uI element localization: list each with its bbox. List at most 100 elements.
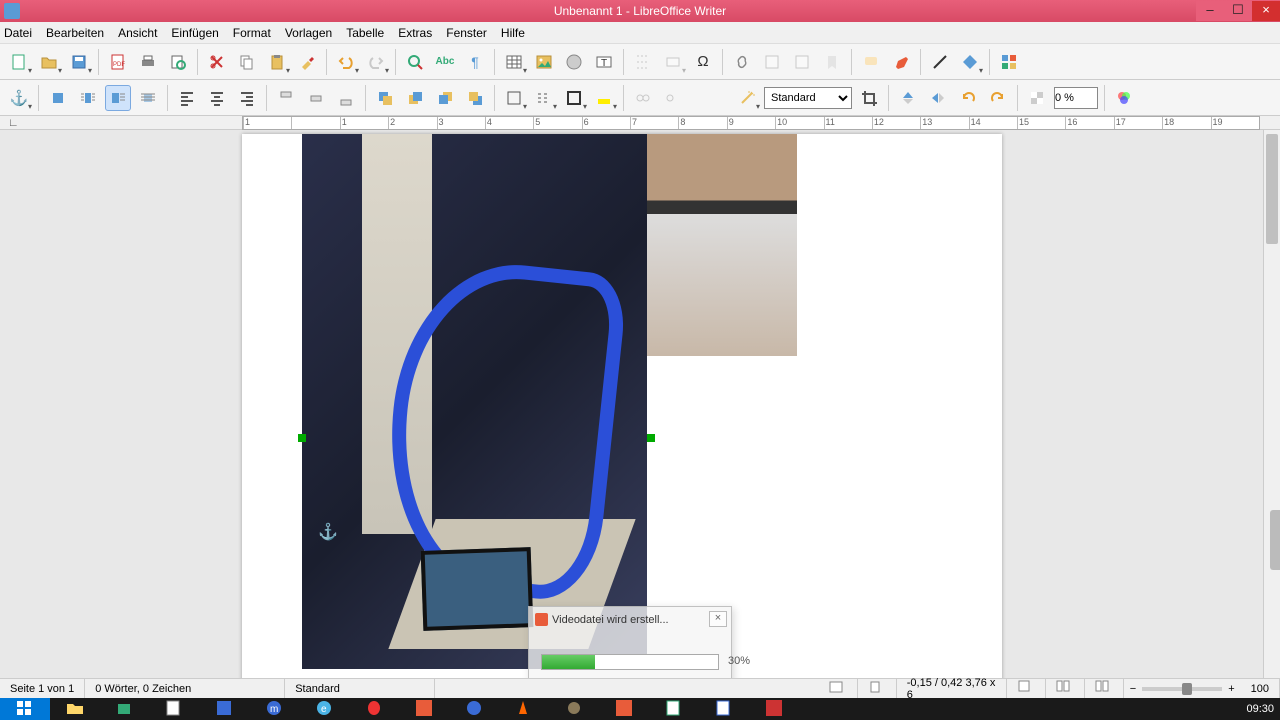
horizontal-ruler[interactable]: 1 1 2 3 4 5 6 7 8 9 10 11 12 13 14 15 16… <box>242 116 1260 130</box>
inserted-image-1[interactable] <box>302 134 647 669</box>
task-app4[interactable] <box>600 698 650 720</box>
borders-button[interactable] <box>501 85 527 111</box>
menu-format[interactable]: Format <box>233 26 271 40</box>
transparency-input[interactable] <box>1054 87 1098 109</box>
open-button[interactable] <box>36 49 62 75</box>
insert-image-button[interactable] <box>531 49 557 75</box>
task-writer[interactable] <box>700 698 750 720</box>
table-button[interactable] <box>501 49 527 75</box>
forward-one-button[interactable] <box>402 85 428 111</box>
wrap-off-button[interactable] <box>45 85 71 111</box>
wrap-page-button[interactable] <box>75 85 101 111</box>
undo-button[interactable] <box>333 49 359 75</box>
zoom-out-icon[interactable]: − <box>1130 683 1136 695</box>
save-button[interactable] <box>66 49 92 75</box>
basic-shapes-button[interactable] <box>957 49 983 75</box>
anchor-button[interactable]: ⚓ <box>6 85 32 111</box>
flip-vert-button[interactable] <box>895 85 921 111</box>
align-center-button[interactable] <box>204 85 230 111</box>
sidebar-toggle[interactable] <box>1270 510 1280 570</box>
special-char-button[interactable]: Ω <box>690 49 716 75</box>
copy-button[interactable] <box>234 49 260 75</box>
send-back-button[interactable] <box>462 85 488 111</box>
bookmark-button[interactable] <box>819 49 845 75</box>
menu-einfuegen[interactable]: Einfügen <box>171 26 218 40</box>
cut-button[interactable] <box>204 49 230 75</box>
minimize-button[interactable]: – <box>1196 1 1224 21</box>
zoom-percent[interactable]: 100 <box>1241 679 1280 698</box>
flip-horiz-button[interactable] <box>925 85 951 111</box>
scrollbar-thumb[interactable] <box>1266 134 1278 244</box>
align-right-button[interactable] <box>234 85 260 111</box>
paste-button[interactable] <box>264 49 290 75</box>
middle-button[interactable] <box>303 85 329 111</box>
bottom-button[interactable] <box>333 85 359 111</box>
graphics-mode-select[interactable]: Standard <box>764 87 852 109</box>
task-app5[interactable] <box>750 698 800 720</box>
task-vlc[interactable] <box>500 698 550 720</box>
new-doc-button[interactable] <box>6 49 32 75</box>
maximize-button[interactable]: ☐ <box>1224 1 1252 21</box>
insert-field-button[interactable] <box>660 49 686 75</box>
back-one-button[interactable] <box>432 85 458 111</box>
bring-front-button[interactable] <box>372 85 398 111</box>
rotate-right-button[interactable] <box>985 85 1011 111</box>
rotate-left-button[interactable] <box>955 85 981 111</box>
task-notepad[interactable] <box>150 698 200 720</box>
menu-hilfe[interactable]: Hilfe <box>501 26 525 40</box>
task-ie[interactable]: e <box>300 698 350 720</box>
start-button[interactable] <box>0 698 50 720</box>
endnote-button[interactable] <box>789 49 815 75</box>
hyperlink-button[interactable] <box>729 49 755 75</box>
insert-textbox-button[interactable]: T <box>591 49 617 75</box>
dialog-titlebar[interactable]: Videodatei wird erstell... <box>535 613 725 626</box>
menu-fenster[interactable]: Fenster <box>446 26 487 40</box>
export-pdf-button[interactable]: PDF <box>105 49 131 75</box>
status-page[interactable]: Seite 1 von 1 <box>0 679 85 698</box>
selection-handle-left[interactable] <box>298 434 306 442</box>
task-store[interactable] <box>100 698 150 720</box>
format-paintbrush-button[interactable] <box>294 49 320 75</box>
zoom-track[interactable] <box>1142 687 1222 691</box>
menu-bearbeiten[interactable]: Bearbeiten <box>46 26 104 40</box>
inserted-image-2[interactable] <box>647 134 797 356</box>
unlink-frames-button[interactable] <box>660 85 686 111</box>
find-replace-button[interactable] <box>402 49 428 75</box>
task-app2[interactable] <box>400 698 450 720</box>
footnote-button[interactable] <box>759 49 785 75</box>
line-button[interactable] <box>927 49 953 75</box>
print-button[interactable] <box>135 49 161 75</box>
view-layout-2[interactable] <box>1046 679 1085 698</box>
insert-chart-button[interactable] <box>561 49 587 75</box>
page-break-button[interactable] <box>630 49 656 75</box>
track-changes-button[interactable] <box>888 49 914 75</box>
filter-button[interactable] <box>734 85 760 111</box>
show-draw-functions-button[interactable] <box>996 49 1022 75</box>
status-viewmode-1[interactable] <box>819 679 858 698</box>
task-maxthon[interactable]: m <box>250 698 300 720</box>
task-app3[interactable] <box>450 698 500 720</box>
zoom-in-icon[interactable]: + <box>1228 683 1234 695</box>
zoom-slider[interactable]: − + <box>1124 683 1241 695</box>
taskbar-clock[interactable]: 09:30 <box>1246 703 1274 715</box>
selection-handle-right[interactable] <box>647 434 655 442</box>
crop-button[interactable] <box>856 85 882 111</box>
border-color-button[interactable] <box>561 85 587 111</box>
document-area[interactable]: ⚓ Videodatei wird erstell... × 30% <box>0 130 1280 694</box>
dialog-close-button[interactable]: × <box>709 611 727 627</box>
transparency-button[interactable] <box>1024 85 1050 111</box>
menu-ansicht[interactable]: Ansicht <box>118 26 157 40</box>
area-fill-button[interactable] <box>591 85 617 111</box>
task-opera[interactable] <box>350 698 400 720</box>
menu-vorlagen[interactable]: Vorlagen <box>285 26 332 40</box>
anchor-marker-icon[interactable]: ⚓ <box>318 522 338 542</box>
status-wordcount[interactable]: 0 Wörter, 0 Zeichen <box>85 679 285 698</box>
color-button[interactable] <box>1111 85 1137 111</box>
menu-datei[interactable]: Datei <box>4 26 32 40</box>
border-style-button[interactable] <box>531 85 557 111</box>
task-app1[interactable] <box>200 698 250 720</box>
align-left-button[interactable] <box>174 85 200 111</box>
redo-button[interactable] <box>363 49 389 75</box>
top-button[interactable] <box>273 85 299 111</box>
status-viewmode-2[interactable] <box>858 679 897 698</box>
